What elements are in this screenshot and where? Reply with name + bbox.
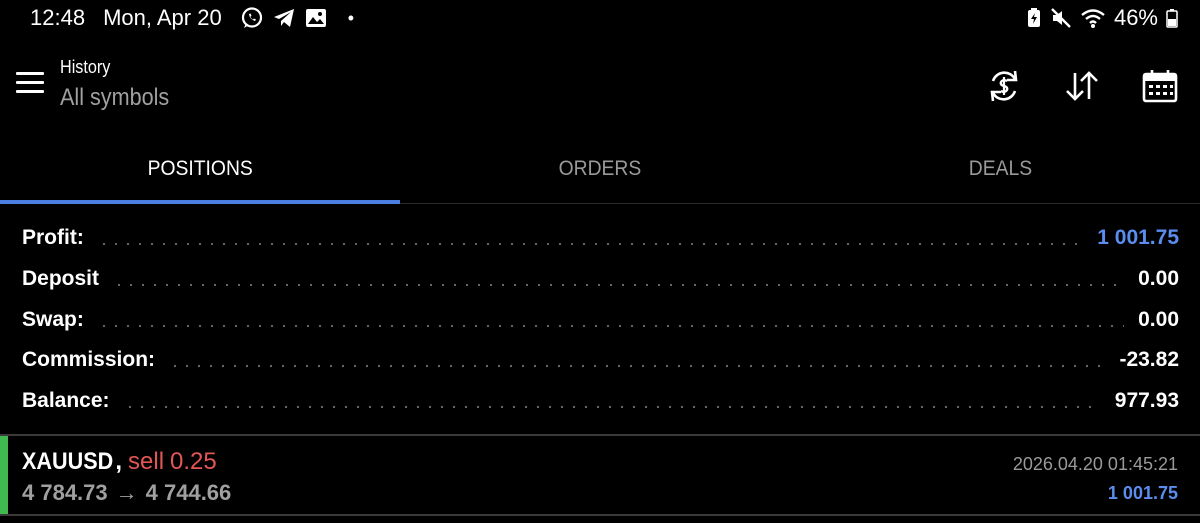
position-profit: 1 001.75 xyxy=(1107,483,1178,503)
summary-row-balance: Balance: 977.93 xyxy=(22,381,1179,421)
telegram-icon xyxy=(273,9,294,27)
commission-value: -23.82 xyxy=(1119,348,1179,371)
summary-row-swap: Swap: 0.00 xyxy=(22,300,1179,340)
status-right: 46% xyxy=(1026,5,1178,31)
tab-deals-label: DEALS xyxy=(968,157,1032,180)
currency-exchange-button[interactable] xyxy=(984,66,1024,106)
menu-icon[interactable] xyxy=(16,72,44,94)
balance-value: 977.93 xyxy=(1114,389,1179,412)
whatsapp-icon xyxy=(241,7,262,28)
dotted-leader xyxy=(113,284,1125,286)
dotted-leader xyxy=(169,365,1106,367)
dotted-leader xyxy=(97,243,1084,245)
position-volume: 0.25 xyxy=(170,448,217,475)
dotted-leader xyxy=(123,406,1101,408)
tab-orders-label: ORDERS xyxy=(558,157,642,180)
commission-label: Commission: xyxy=(22,348,156,371)
tab-deals[interactable]: DEALS xyxy=(800,136,1200,204)
battery-percent: 46% xyxy=(1113,5,1158,30)
profit-label: Profit: xyxy=(22,226,84,249)
page-title: History xyxy=(60,57,111,77)
gallery-icon xyxy=(305,9,326,27)
summary-row-profit: Profit: 1 001.75 xyxy=(22,218,1179,258)
position-symbol: XAUUSD xyxy=(22,448,114,475)
position-direction-bar xyxy=(0,436,8,514)
open-price: 4 784.73 xyxy=(22,480,108,505)
list-divider xyxy=(0,514,1200,516)
status-left: 12:48 Mon, Apr 20 • xyxy=(30,5,354,31)
tab-orders[interactable]: ORDERS xyxy=(400,136,800,204)
status-date: Mon, Apr 20 xyxy=(103,5,222,30)
arrow-icon: → xyxy=(115,480,138,505)
position-separator: , xyxy=(115,448,123,475)
tab-positions-label: POSITIONS xyxy=(147,157,253,180)
wifi-icon xyxy=(1081,9,1105,28)
sort-button[interactable] xyxy=(1062,66,1102,106)
app-header: History All symbols xyxy=(0,48,1200,128)
dotted-leader xyxy=(97,325,1125,327)
swap-label: Swap: xyxy=(22,308,84,331)
deposit-value: 0.00 xyxy=(1138,267,1179,290)
tab-bar: POSITIONS ORDERS DEALS xyxy=(0,136,1200,204)
status-app-icons: • xyxy=(240,6,354,30)
symbol-filter[interactable]: All symbols xyxy=(60,84,169,112)
currency-exchange-icon xyxy=(990,70,1018,102)
tab-positions[interactable]: POSITIONS xyxy=(0,136,400,204)
active-tab-indicator xyxy=(0,200,400,204)
balance-label: Balance: xyxy=(22,389,110,412)
calendar-icon xyxy=(1142,70,1178,103)
battery-saver-icon xyxy=(1027,8,1040,27)
swap-value: 0.00 xyxy=(1138,308,1179,331)
status-time: 12:48 xyxy=(30,5,86,30)
calendar-button[interactable] xyxy=(1140,66,1180,106)
close-price: 4 744.66 xyxy=(145,480,232,505)
status-notification-dot: • xyxy=(347,7,355,28)
profit-value: 1 001.75 xyxy=(1097,226,1179,249)
position-prices: 4 784.73 → 4 744.66 xyxy=(22,480,231,506)
list-item[interactable]: XAUUSD , sell 0.25 4 784.73 → 4 744.66 2… xyxy=(0,436,1200,514)
summary-row-deposit: Deposit 0.00 xyxy=(22,259,1179,299)
position-title: XAUUSD , sell 0.25 xyxy=(22,448,217,476)
deposit-label: Deposit xyxy=(22,267,100,290)
status-bar: 12:48 Mon, Apr 20 • 46% xyxy=(0,0,1200,38)
mute-icon xyxy=(1051,8,1071,28)
summary-row-commission: Commission: -23.82 xyxy=(22,340,1179,380)
position-type: sell xyxy=(128,448,165,475)
position-time: 2026.04.20 01:45:21 xyxy=(1012,454,1178,474)
battery-icon xyxy=(1166,9,1178,28)
sort-icon xyxy=(1066,71,1098,101)
